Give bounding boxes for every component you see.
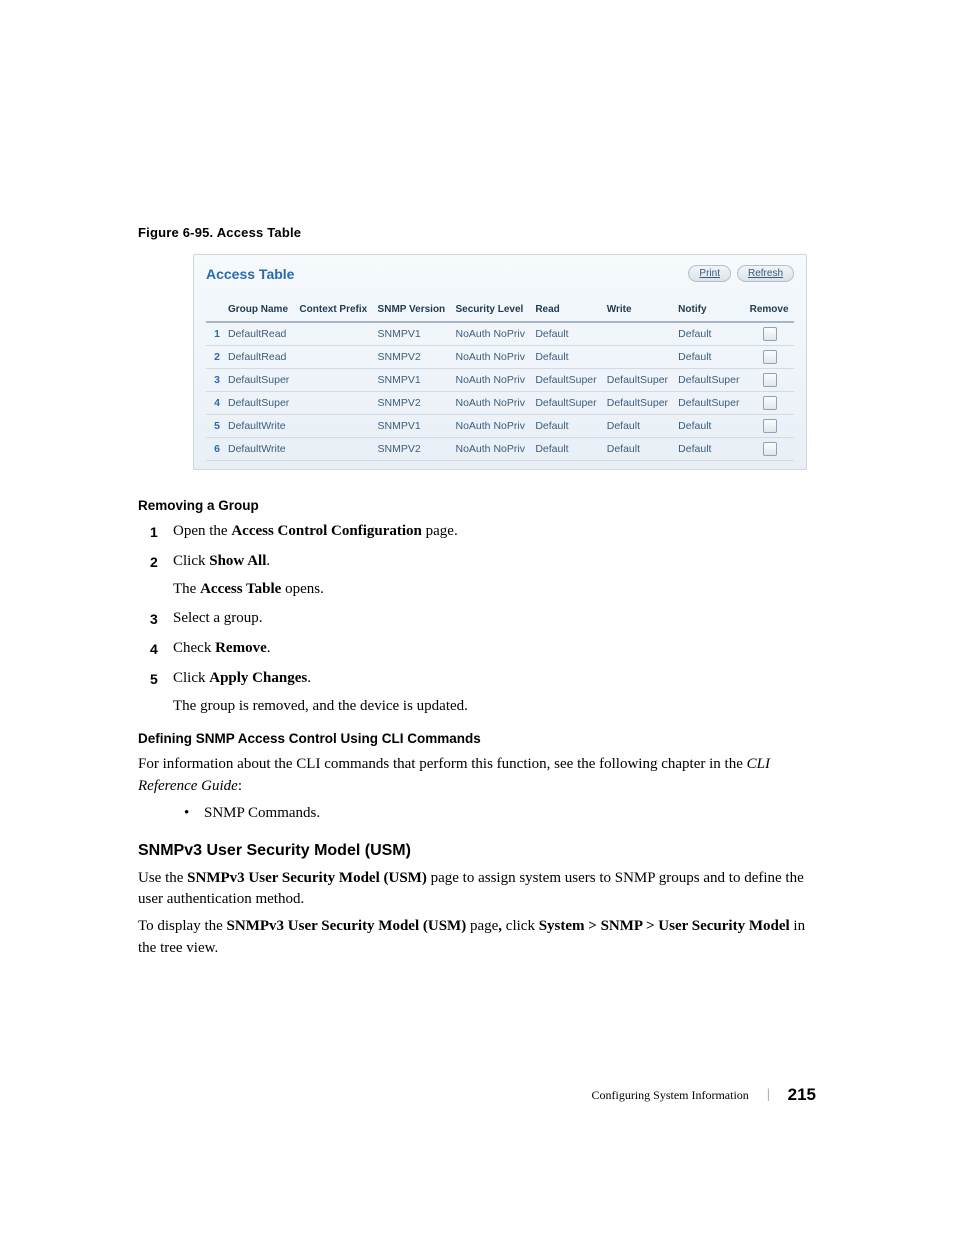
- cell-security: NoAuth NoPriv: [452, 369, 532, 392]
- row-number: 5: [206, 415, 224, 438]
- cell-version: SNMPV1: [374, 322, 452, 346]
- access-table: Group Name Context Prefix SNMP Version S…: [206, 300, 794, 461]
- cell-context: [295, 438, 373, 461]
- step-5-sub: The group is removed, and the device is …: [173, 696, 816, 718]
- cell-version: SNMPV2: [374, 392, 452, 415]
- cli-bullet-item: SNMP Commands.: [138, 803, 816, 824]
- col-snmp-version: SNMP Version: [374, 300, 452, 322]
- cli-bullet-list: SNMP Commands.: [138, 803, 816, 824]
- remove-checkbox[interactable]: [763, 442, 777, 456]
- cell-group: DefaultSuper: [224, 369, 295, 392]
- cell-group: DefaultRead: [224, 322, 295, 346]
- col-group-name: Group Name: [224, 300, 295, 322]
- cli-heading: Defining SNMP Access Control Using CLI C…: [138, 731, 816, 746]
- cell-read: Default: [531, 438, 602, 461]
- cli-paragraph: For information about the CLI commands t…: [138, 754, 816, 797]
- col-remove: Remove: [746, 300, 794, 322]
- cell-notify: Default: [674, 415, 745, 438]
- remove-checkbox[interactable]: [763, 373, 777, 387]
- cell-read: Default: [531, 415, 602, 438]
- col-write: Write: [603, 300, 674, 322]
- cell-group: DefaultSuper: [224, 392, 295, 415]
- cell-read: Default: [531, 346, 602, 369]
- figure-caption: Figure 6-95. Access Table: [138, 225, 816, 240]
- removing-group-steps: Open the Access Control Configuration pa…: [138, 521, 816, 717]
- table-row: 5DefaultWriteSNMPV1NoAuth NoPrivDefaultD…: [206, 415, 794, 438]
- row-number: 6: [206, 438, 224, 461]
- cell-write: DefaultSuper: [603, 392, 674, 415]
- col-context-prefix: Context Prefix: [295, 300, 373, 322]
- cell-read: DefaultSuper: [531, 369, 602, 392]
- cell-security: NoAuth NoPriv: [452, 322, 532, 346]
- cell-context: [295, 415, 373, 438]
- cell-context: [295, 322, 373, 346]
- cell-group: DefaultWrite: [224, 438, 295, 461]
- print-button[interactable]: Print: [688, 265, 731, 282]
- cell-read: Default: [531, 322, 602, 346]
- remove-checkbox[interactable]: [763, 396, 777, 410]
- cell-context: [295, 392, 373, 415]
- cell-write: Default: [603, 415, 674, 438]
- cell-version: SNMPV2: [374, 346, 452, 369]
- usm-paragraph-2: To display the SNMPv3 User Security Mode…: [138, 916, 816, 959]
- step-2: Click Show All. The Access Table opens.: [138, 551, 816, 601]
- cell-security: NoAuth NoPriv: [452, 438, 532, 461]
- footer-separator: |: [767, 1087, 770, 1103]
- footer-chapter: Configuring System Information: [591, 1088, 748, 1103]
- cell-notify: DefaultSuper: [674, 392, 745, 415]
- cell-security: NoAuth NoPriv: [452, 415, 532, 438]
- cell-write: [603, 322, 674, 346]
- access-table-screenshot: Access Table Print Refresh Group Name Co…: [193, 254, 807, 470]
- table-row: 6DefaultWriteSNMPV2NoAuth NoPrivDefaultD…: [206, 438, 794, 461]
- cell-version: SNMPV2: [374, 438, 452, 461]
- step-4: Check Remove.: [138, 638, 816, 660]
- cell-write: Default: [603, 438, 674, 461]
- cell-version: SNMPV1: [374, 369, 452, 392]
- cell-notify: Default: [674, 322, 745, 346]
- remove-checkbox[interactable]: [763, 350, 777, 364]
- remove-checkbox[interactable]: [763, 327, 777, 341]
- cell-notify: Default: [674, 438, 745, 461]
- table-row: 3DefaultSuperSNMPV1NoAuth NoPrivDefaultS…: [206, 369, 794, 392]
- cell-version: SNMPV1: [374, 415, 452, 438]
- step-2-sub: The Access Table opens.: [173, 579, 816, 601]
- cell-context: [295, 369, 373, 392]
- row-number: 2: [206, 346, 224, 369]
- page-number: 215: [788, 1085, 816, 1105]
- row-number: 3: [206, 369, 224, 392]
- screenshot-title: Access Table: [206, 266, 294, 282]
- usm-paragraph-1: Use the SNMPv3 User Security Model (USM)…: [138, 868, 816, 911]
- cell-notify: DefaultSuper: [674, 369, 745, 392]
- col-security-level: Security Level: [452, 300, 532, 322]
- cell-read: DefaultSuper: [531, 392, 602, 415]
- cell-group: DefaultRead: [224, 346, 295, 369]
- col-read: Read: [531, 300, 602, 322]
- cell-context: [295, 346, 373, 369]
- step-3: Select a group.: [138, 608, 816, 630]
- usm-heading: SNMPv3 User Security Model (USM): [138, 842, 816, 860]
- col-notify: Notify: [674, 300, 745, 322]
- table-row: 2DefaultReadSNMPV2NoAuth NoPrivDefaultDe…: [206, 346, 794, 369]
- row-number: 4: [206, 392, 224, 415]
- cell-group: DefaultWrite: [224, 415, 295, 438]
- table-row: 1DefaultReadSNMPV1NoAuth NoPrivDefaultDe…: [206, 322, 794, 346]
- step-5: Click Apply Changes. The group is remove…: [138, 668, 816, 718]
- row-number: 1: [206, 322, 224, 346]
- cell-notify: Default: [674, 346, 745, 369]
- cell-write: [603, 346, 674, 369]
- cell-write: DefaultSuper: [603, 369, 674, 392]
- page-footer: Configuring System Information | 215: [591, 1085, 816, 1105]
- cell-security: NoAuth NoPriv: [452, 392, 532, 415]
- remove-checkbox[interactable]: [763, 419, 777, 433]
- removing-group-heading: Removing a Group: [138, 498, 816, 513]
- table-row: 4DefaultSuperSNMPV2NoAuth NoPrivDefaultS…: [206, 392, 794, 415]
- refresh-button[interactable]: Refresh: [737, 265, 794, 282]
- step-1: Open the Access Control Configuration pa…: [138, 521, 816, 543]
- cell-security: NoAuth NoPriv: [452, 346, 532, 369]
